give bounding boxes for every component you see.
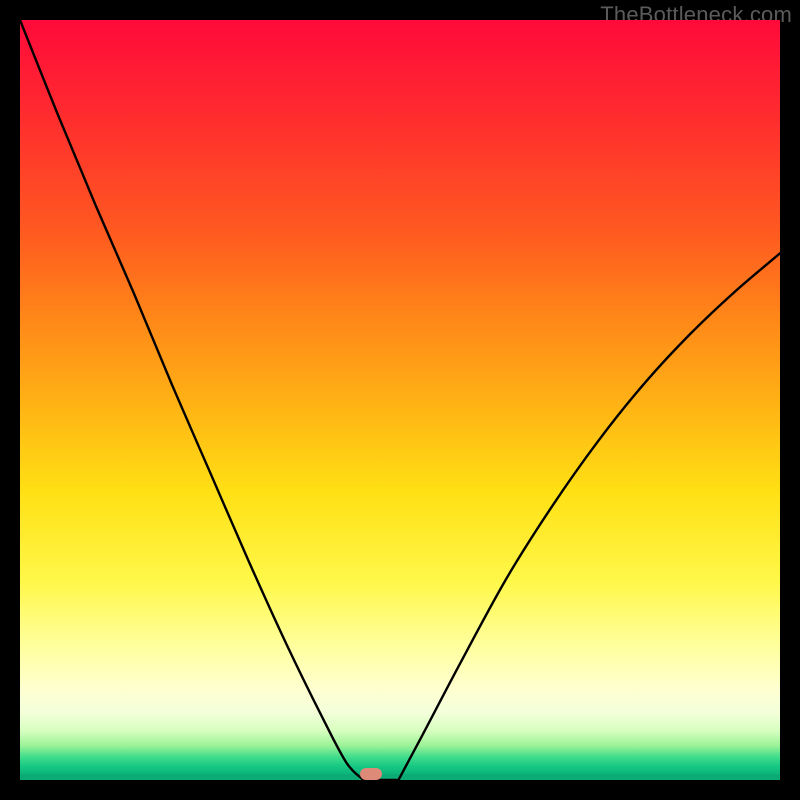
curve-path: [20, 20, 780, 780]
chart-stage: TheBottleneck.com: [0, 0, 800, 800]
plot-area: [20, 20, 780, 780]
bottleneck-curve: [20, 20, 780, 780]
bottleneck-marker: [360, 768, 382, 780]
